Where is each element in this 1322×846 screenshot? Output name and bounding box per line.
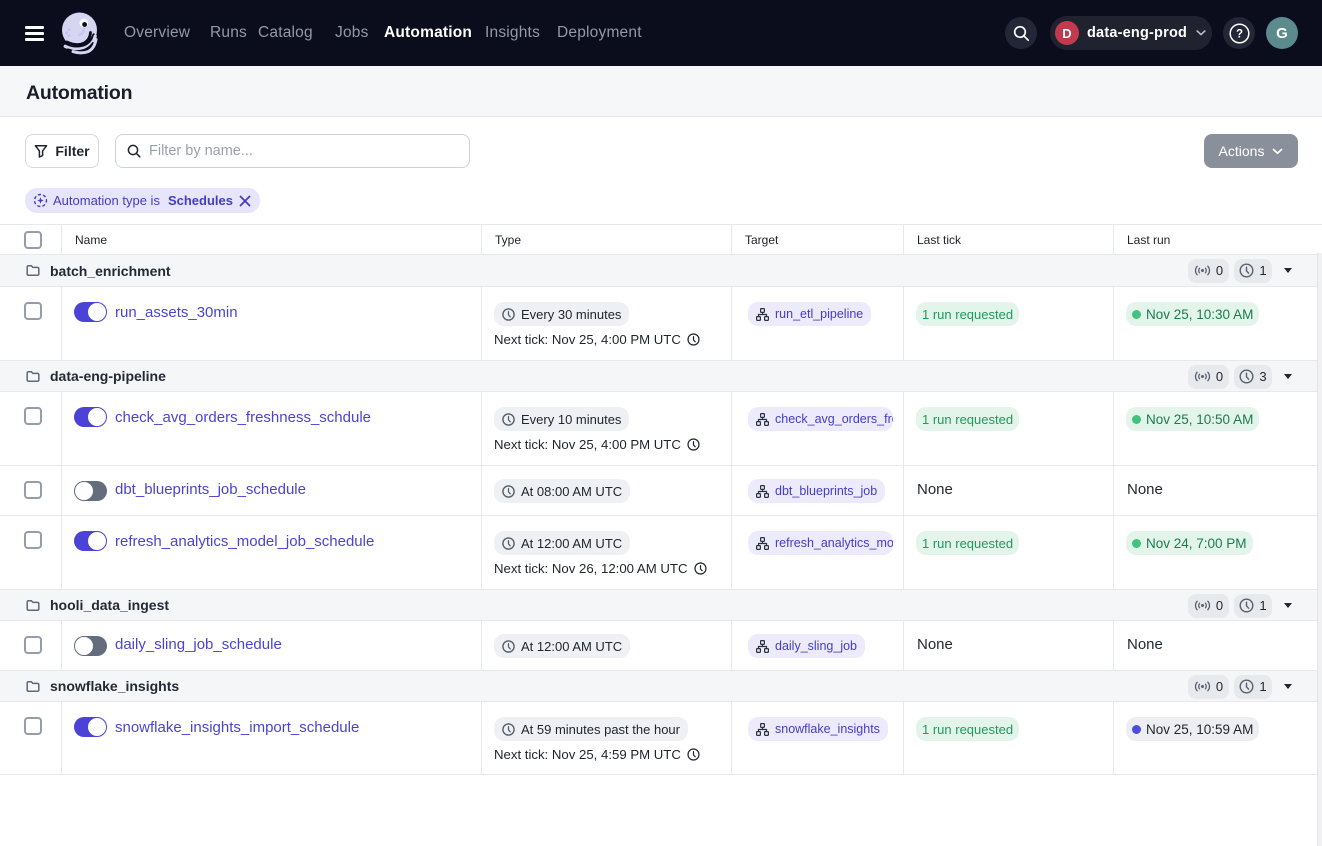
svg-text:?: ?: [1235, 28, 1242, 40]
